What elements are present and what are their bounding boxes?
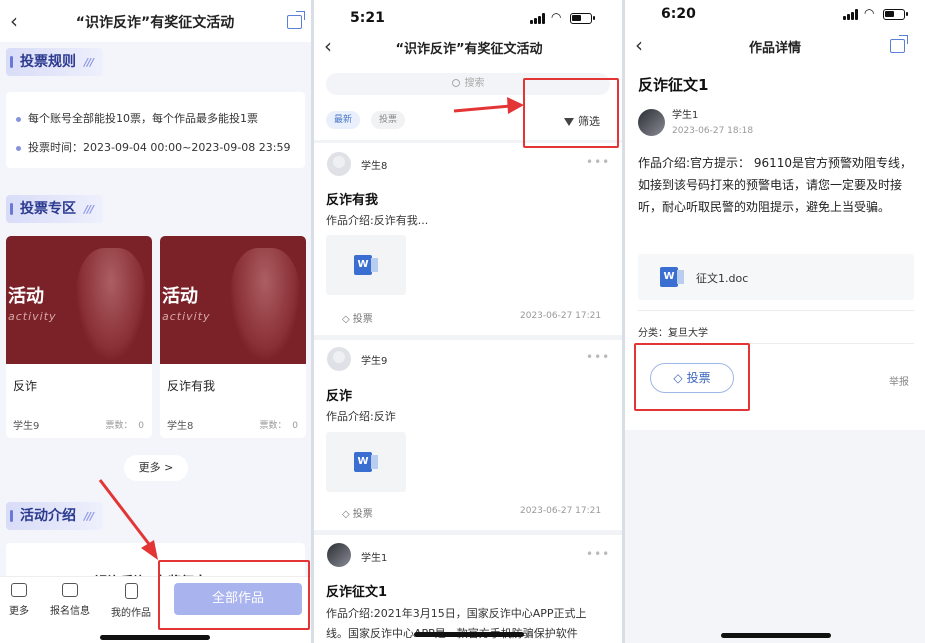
home-indicator bbox=[721, 633, 831, 638]
annotation-highlight-box bbox=[158, 560, 310, 630]
page-title: 作品详情 bbox=[748, 41, 801, 56]
panel-work-detail: 6:20 ◠ ‹ 作品详情 反诈征文1 学生1 2023-06-27 18:18… bbox=[625, 0, 925, 643]
battery-icon bbox=[883, 9, 908, 20]
category-label: 分类：复旦大学 bbox=[638, 328, 708, 339]
panel-works-list: 5:21 ◠ ‹ “识诈反诈”有奖征文活动 搜索 最新 投票 筛选 学生8 ••… bbox=[314, 0, 622, 643]
work-title: 反诈征文1 bbox=[638, 76, 709, 94]
signal-icon bbox=[843, 9, 860, 20]
doc-attachment[interactable]: W 征文1.doc bbox=[638, 254, 914, 300]
publish-date: 2023-06-27 18:18 bbox=[672, 126, 754, 136]
author-name: 学生1 bbox=[672, 110, 699, 121]
work-intro: 作品介绍:官方提示： 96110是官方预警劝阻专线，如接到该号码打来的预警电话，… bbox=[638, 156, 913, 214]
avatar bbox=[638, 109, 665, 136]
annotation-highlight-box bbox=[634, 343, 750, 411]
file-name: 征文1.doc bbox=[696, 272, 749, 285]
wifi-icon: ◠ bbox=[864, 6, 875, 20]
divider bbox=[638, 310, 914, 311]
back-icon[interactable]: ‹ bbox=[635, 35, 643, 55]
report-link[interactable]: 举报 bbox=[889, 373, 909, 388]
status-time: 6:20 bbox=[661, 6, 696, 22]
annotation-highlight-box bbox=[523, 78, 619, 148]
word-doc-icon: W bbox=[660, 267, 684, 287]
share-icon[interactable] bbox=[890, 39, 905, 53]
panel-activity-home: ‹ “识诈反诈”有奖征文活动 投票规则/// 每个账号全部能投10票，每个作品最… bbox=[0, 0, 311, 643]
annotation-arrow bbox=[98, 479, 158, 560]
